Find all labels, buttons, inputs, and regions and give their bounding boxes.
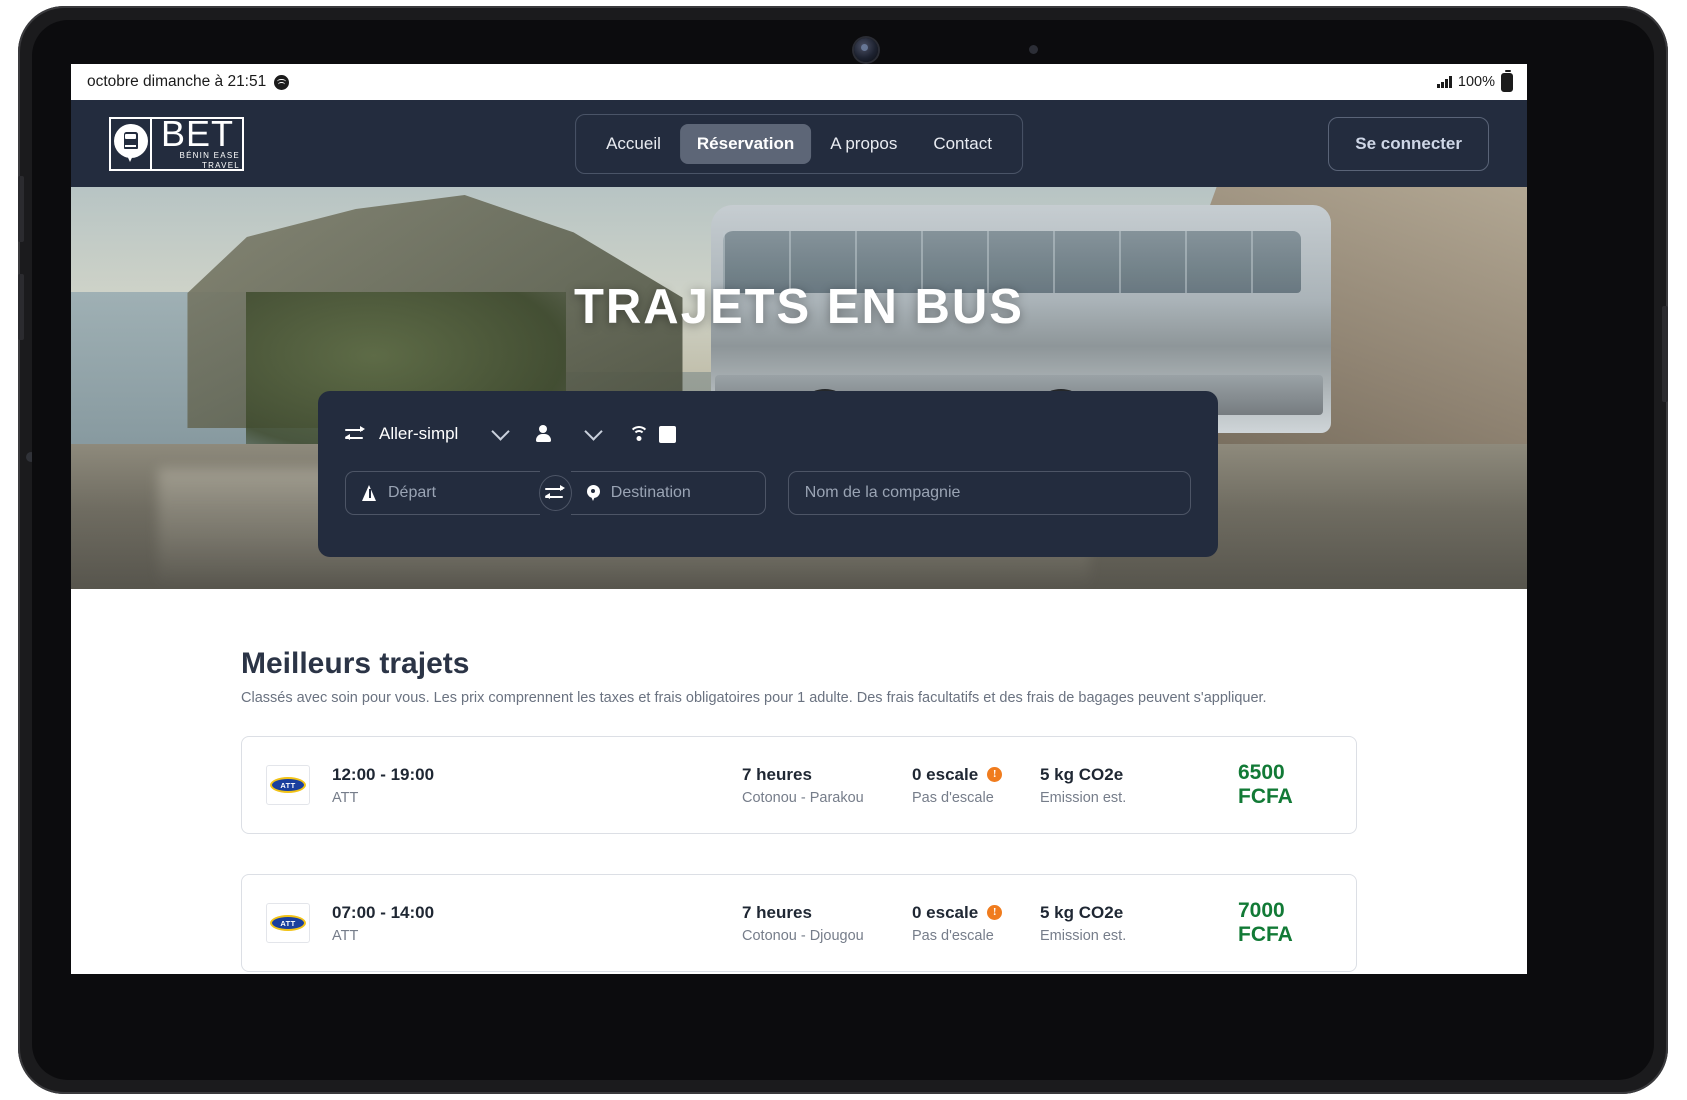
trip-route: Cotonou - Djougou [742, 927, 864, 944]
status-datetime: octobre dimanche à 21:51 [87, 73, 267, 90]
map-pin-icon [586, 484, 600, 502]
destination-input[interactable]: Destination [570, 471, 766, 515]
road-icon [362, 485, 377, 501]
nav-item-reservation[interactable]: Réservation [679, 123, 812, 164]
trip-duration: 7 heures [742, 902, 812, 922]
att-logo-icon: ATT [266, 765, 310, 805]
login-button[interactable]: Se connecter [1328, 116, 1489, 171]
table-row[interactable]: ATT 07:00 - 14:00 ATT 7 heures Cotonou -… [241, 874, 1357, 972]
signal-bars-icon [1437, 76, 1452, 88]
page-title: TRAJETS EN BUS [573, 280, 1024, 334]
info-badge-icon[interactable]: ! [987, 767, 1003, 782]
volume-up-button[interactable] [18, 176, 24, 242]
swap-arrows-icon [545, 484, 566, 501]
trip-price-column: 7000 FCFA [1238, 899, 1332, 947]
trip-duration: 7 heures [742, 764, 812, 784]
battery-icon [1501, 69, 1513, 92]
trip-carrier: ATT [332, 927, 359, 944]
passenger-chevron-down-icon[interactable] [584, 421, 604, 441]
trip-co2-sub: Emission est. [1040, 927, 1127, 944]
nav-item-a-propos[interactable]: A propos [813, 124, 914, 164]
trip-times: 07:00 - 14:00 [332, 902, 435, 922]
logo-name: BET [161, 112, 235, 154]
spotify-icon[interactable] [274, 74, 290, 90]
trip-stops: 0 escale [912, 764, 979, 784]
checkbox-filled-icon[interactable] [659, 425, 677, 443]
swap-locations-button[interactable] [539, 475, 572, 511]
bus-map-pin-icon [111, 118, 152, 169]
company-name-input[interactable]: Nom de la compagnie [787, 471, 1191, 515]
destination-placeholder: Destination [610, 484, 691, 501]
results-heading: Meilleurs trajets [241, 647, 470, 680]
trip-type-chevron-down-icon[interactable] [491, 421, 511, 441]
search-fields-row: Départ Destination Nom de la compagnie [345, 471, 1191, 515]
screen: octobre dimanche à 21:51 100% BET BÉNIN … [71, 64, 1527, 974]
trip-co2-sub: Emission est. [1040, 789, 1127, 806]
trip-times: 12:00 - 19:00 [332, 764, 435, 784]
trip-co2-column: 5 kg CO2e Emission est. [1040, 765, 1238, 806]
trip-duration-column: 7 heures Cotonou - Djougou [742, 903, 912, 944]
person-icon [535, 425, 551, 443]
wifi-icon[interactable] [628, 426, 649, 442]
trip-carrier: ATT [332, 789, 359, 806]
logo-tagline: BÉNIN EASE TRAVEL [179, 150, 240, 170]
trip-co2-column: 5 kg CO2e Emission est. [1040, 903, 1238, 944]
swap-arrows-icon [345, 425, 365, 442]
trip-stops-column: 0 escale ! Pas d'escale [912, 903, 1040, 944]
amenities-options [628, 425, 677, 443]
table-row[interactable]: ATT 12:00 - 19:00 ATT 7 heures Cotonou -… [241, 736, 1357, 834]
results-section: Meilleurs trajets Classés avec soin pour… [71, 589, 1527, 972]
trip-type-selector[interactable]: Aller-simpl [345, 424, 458, 444]
trip-duration-column: 7 heures Cotonou - Parakou [742, 765, 912, 806]
trip-price: 7000 FCFA [1238, 899, 1293, 946]
trip-stops: 0 escale [912, 902, 979, 922]
info-badge-icon[interactable]: ! [987, 905, 1003, 920]
att-logo-icon: ATT [266, 903, 310, 943]
trip-price: 6500 FCFA [1238, 761, 1293, 808]
tablet-frame: octobre dimanche à 21:51 100% BET BÉNIN … [18, 6, 1668, 1094]
trip-stops-sub: Pas d'escale [912, 927, 994, 944]
trip-stops-sub: Pas d'escale [912, 789, 994, 806]
nav-item-contact[interactable]: Contact [916, 124, 1009, 164]
trip-stops-column: 0 escale ! Pas d'escale [912, 765, 1040, 806]
battery-percent: 100% [1457, 74, 1495, 90]
status-bar: octobre dimanche à 21:51 100% [71, 64, 1527, 100]
status-bar-left: octobre dimanche à 21:51 [87, 73, 290, 91]
site-header: BET BÉNIN EASE TRAVEL Accueil Réservatio… [71, 100, 1527, 187]
site-logo[interactable]: BET BÉNIN EASE TRAVEL [109, 112, 244, 171]
trip-time-column: 12:00 - 19:00 ATT [332, 765, 742, 806]
main-navigation: Accueil Réservation A propos Contact [575, 113, 1023, 174]
sensor-icon [1029, 45, 1038, 54]
hero-section: TRAJETS EN BUS Aller-simpl Départ Destin… [71, 187, 1527, 589]
trip-price-column: 6500 FCFA [1238, 761, 1332, 809]
departure-placeholder: Départ [388, 484, 437, 501]
search-options-row: Aller-simpl [345, 417, 1191, 451]
trip-time-column: 07:00 - 14:00 ATT [332, 903, 742, 944]
trip-route: Cotonou - Parakou [742, 789, 864, 806]
front-camera-icon [854, 38, 878, 62]
company-placeholder: Nom de la compagnie [804, 484, 961, 501]
trip-co2: 5 kg CO2e [1040, 902, 1124, 922]
passenger-selector[interactable] [535, 421, 604, 443]
trip-type-value: Aller-simpl [379, 424, 459, 443]
nav-item-accueil[interactable]: Accueil [589, 124, 678, 164]
power-button[interactable] [1662, 306, 1668, 402]
results-subtitle: Classés avec soin pour vous. Les prix co… [241, 690, 1267, 706]
status-bar-right: 100% [1437, 69, 1513, 92]
departure-input[interactable]: Départ [345, 471, 540, 515]
volume-down-button[interactable] [18, 274, 24, 340]
trip-co2: 5 kg CO2e [1040, 764, 1124, 784]
search-panel: Aller-simpl Départ Destination Nom de la… [318, 391, 1218, 557]
